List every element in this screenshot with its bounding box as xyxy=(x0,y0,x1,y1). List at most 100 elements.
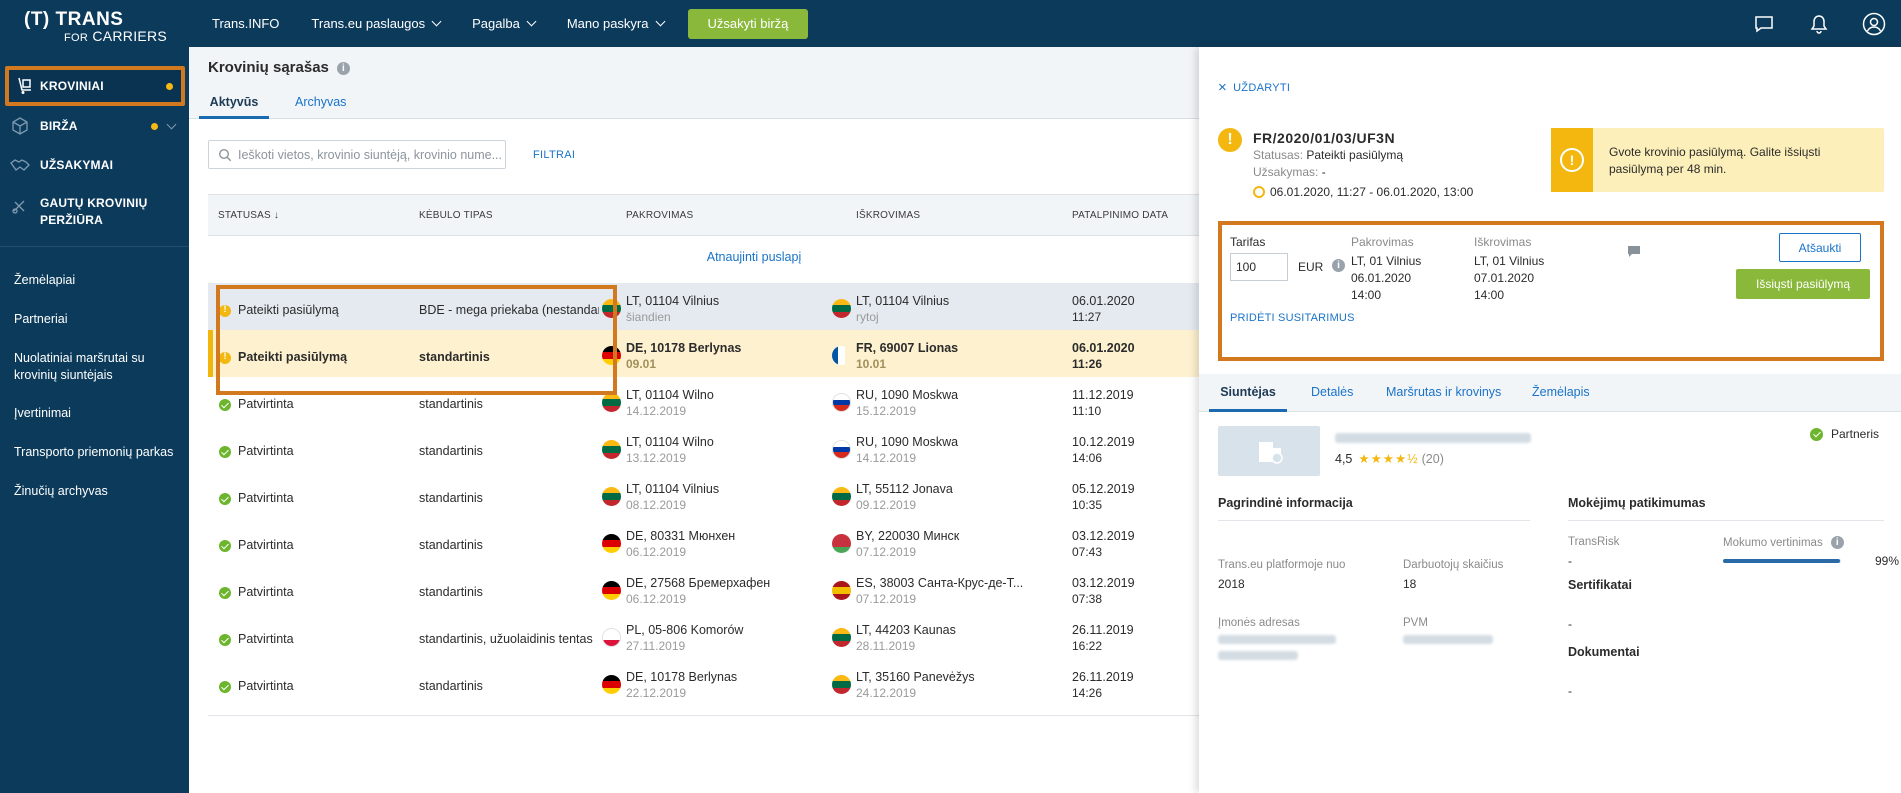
sidebar-item-received-cargo[interactable]: GAUTŲ KROVINIŲ PERŽIŪRA xyxy=(0,195,189,231)
unload-place: LT, 35160 Panevėžys xyxy=(856,670,975,684)
row-loading: LT, 01104 Vilnius šiandien xyxy=(626,294,719,324)
sidebar-item-exchange[interactable]: BIRŽA xyxy=(0,115,189,137)
load-date: 27.11.2019 xyxy=(626,639,686,653)
unload-date: 07.12.2019 xyxy=(856,545,917,559)
sidebar-item-orders[interactable]: UŽSAKYMAI xyxy=(0,154,189,176)
row-body-type: standartinis xyxy=(419,538,599,552)
cargo-trolley-icon xyxy=(9,77,40,95)
posted-date: 06.01.2020 xyxy=(1072,294,1135,308)
tariff-input[interactable] xyxy=(1230,253,1288,281)
brand-logo[interactable]: (T) TRANS FOR CARRIERS xyxy=(0,0,189,47)
unload-place: RU, 1090 Moskwa xyxy=(856,435,959,449)
load-date: 06.12.2019 xyxy=(626,545,687,559)
unload-date: rytoj xyxy=(856,310,879,324)
nav-account[interactable]: Mano paskyra xyxy=(567,16,665,31)
close-icon: × xyxy=(1218,79,1228,96)
row-status: Patvirtinta xyxy=(238,632,294,646)
logo-line2: FOR CARRIERS xyxy=(64,28,167,44)
row-unloading: LT, 44203 Kaunas 28.11.2019 xyxy=(856,623,1046,653)
filters-link[interactable]: FILTRAI xyxy=(533,149,575,161)
info-icon[interactable]: i xyxy=(1332,259,1345,272)
unload-place: RU, 1090 Moskwa xyxy=(856,388,959,402)
sidebar-link-maps[interactable]: Žemėlapiai xyxy=(14,272,75,289)
col-status[interactable]: STATUSAS ↓ xyxy=(218,210,279,221)
info-icon[interactable]: i xyxy=(1830,536,1844,549)
tab-details[interactable]: Detalės xyxy=(1311,385,1353,399)
status-text: Patvirtinta xyxy=(238,538,294,552)
row-unloading: LT, 01104 Vilnius rytoj xyxy=(856,294,1046,324)
page-title: Krovinių sąrašas i xyxy=(208,59,350,76)
comment-icon[interactable] xyxy=(1627,245,1641,261)
send-offer-button[interactable]: Išsiųsti pasiūlymą xyxy=(1736,269,1870,299)
sidebar-link-routes[interactable]: Nuolatiniai maršrutai su krovinių siuntė… xyxy=(14,350,179,384)
row-posted-date: 05.12.2019 10:35 xyxy=(1072,482,1135,512)
flag-lt-icon xyxy=(602,487,621,506)
sidebar-link-ratings[interactable]: Įvertinimai xyxy=(14,405,71,422)
close-button[interactable]: × UŽDARYTI xyxy=(1218,79,1290,96)
posted-date: 10.12.2019 xyxy=(1072,435,1135,449)
pay-rating-fill xyxy=(1723,559,1840,563)
nav-services[interactable]: Trans.eu paslaugos xyxy=(311,16,442,31)
unload-date: 14.12.2019 xyxy=(856,451,917,465)
sidebar-link-partners[interactable]: Partneriai xyxy=(14,311,68,328)
posted-time: 11:26 xyxy=(1072,357,1103,371)
posted-time: 11:10 xyxy=(1072,404,1102,418)
info-icon[interactable]: i xyxy=(336,62,350,75)
search-input[interactable]: Ieškoti vietos, krovinio siuntėją, krovi… xyxy=(208,140,506,169)
since-key: Trans.eu platformoje nuo xyxy=(1218,559,1346,571)
row-status: Patvirtinta xyxy=(238,397,294,411)
posted-date: 11.12.2019 xyxy=(1072,388,1134,402)
certificates-title: Sertifikatai xyxy=(1568,578,1632,592)
sidebar-item-cargo-label: KROVINIAI xyxy=(40,79,104,93)
tab-sender[interactable]: Siuntėjas xyxy=(1209,385,1287,412)
check-icon xyxy=(1810,427,1823,441)
sidebar-link-message-archive[interactable]: Žinučių archyvas xyxy=(14,483,108,500)
check-circle-icon xyxy=(219,681,231,693)
posted-date: 26.11.2019 xyxy=(1072,670,1134,684)
posted-time: 11:27 xyxy=(1072,310,1102,324)
refresh-page-link[interactable]: Atnaujinti puslapį xyxy=(189,250,1199,264)
tab-route-cargo[interactable]: Maršrutas ir krovinys xyxy=(1386,385,1501,399)
sidebar-link-fleet[interactable]: Transporto priemonių parkas xyxy=(14,444,173,461)
load-place: PL, 05-806 Komorów xyxy=(626,623,744,637)
pay-rating-key-text: Mokumo vertinimas xyxy=(1723,537,1823,549)
cancel-button[interactable]: Atšaukti xyxy=(1779,233,1861,262)
status-key: Statusas: xyxy=(1253,148,1304,162)
vat-key: PVM xyxy=(1403,617,1428,629)
logo-carriers: CARRIERS xyxy=(92,28,168,44)
flag-lt-icon xyxy=(832,487,851,506)
load-date: 08.12.2019 xyxy=(626,498,687,512)
row-loading: PL, 05-806 Komorów 27.11.2019 xyxy=(626,623,743,653)
check-circle-icon xyxy=(219,446,231,458)
nav-help[interactable]: Pagalba xyxy=(472,16,537,31)
chevron-down-icon xyxy=(526,16,537,27)
row-body-type: standartinis xyxy=(419,397,599,411)
transrisk-value: - xyxy=(1568,554,1572,568)
load-place: LT, 01104 Wilno xyxy=(626,388,714,402)
bell-icon[interactable] xyxy=(1791,0,1846,47)
rating-stars: ★★★★½ xyxy=(1358,452,1419,466)
tab-archive[interactable]: Archyvas xyxy=(295,95,346,109)
user-avatar-icon[interactable] xyxy=(1846,0,1901,47)
flag-es-icon xyxy=(832,581,851,600)
list-header: Krovinių sąrašas i Aktyvūs Archyvas xyxy=(189,47,1199,119)
flag-lt-icon xyxy=(602,440,621,459)
table-row[interactable]: Patvirtinta standartinis DE, 10178 Berlyna… xyxy=(208,659,1199,716)
messages-icon[interactable] xyxy=(1736,0,1791,47)
basic-info-title: Pagrindinė informacija xyxy=(1218,496,1353,510)
cargo-detail-panel: × UŽDARYTI ! FR/2020/01/03/UF3N Statusas:… xyxy=(1199,47,1901,793)
unload-place: LT, 44203 Kaunas xyxy=(856,623,956,637)
sidebar-item-cargo[interactable]: KROVINIAI xyxy=(5,66,185,106)
order-exchange-button[interactable]: Užsakyti biržą xyxy=(687,8,809,39)
nav-trans-info[interactable]: Trans.INFO xyxy=(212,16,279,31)
posted-date: 06.01.2020 xyxy=(1072,341,1135,355)
add-terms-link[interactable]: PRIDĖTI SUSITARIMUS xyxy=(1230,312,1355,324)
load-date: 14.12.2019 xyxy=(626,404,687,418)
sidebar-item-exchange-label: BIRŽA xyxy=(40,119,78,133)
tab-active[interactable]: Aktyvūs xyxy=(199,95,269,119)
load-date: 06.12.2019 xyxy=(626,592,687,606)
row-posted-date: 03.12.2019 07:38 xyxy=(1072,576,1135,606)
employees-key: Darbuotojų skaičius xyxy=(1403,559,1504,571)
check-circle-icon xyxy=(219,540,231,552)
tab-map[interactable]: Žemėlapis xyxy=(1532,385,1590,399)
